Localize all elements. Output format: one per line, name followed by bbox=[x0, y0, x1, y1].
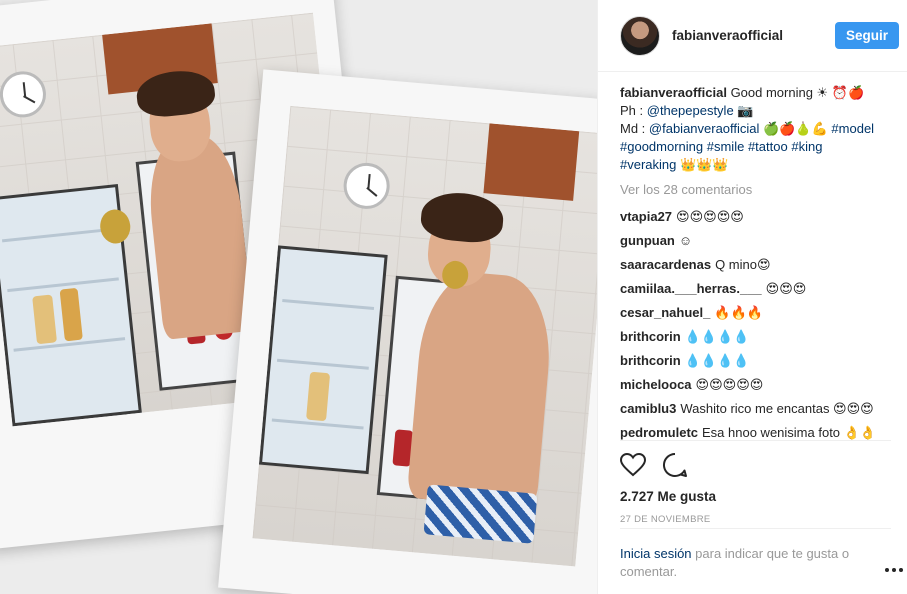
hashtag-link[interactable]: #model bbox=[831, 121, 874, 136]
comment-username[interactable]: saaracardenas bbox=[620, 257, 711, 272]
hashtag-link[interactable]: #veraking bbox=[620, 157, 676, 172]
comment-username[interactable]: brithcorin bbox=[620, 353, 681, 368]
caption-end: 👑👑👑 bbox=[676, 157, 729, 172]
comment-username[interactable]: brithcorin bbox=[620, 329, 681, 344]
comment-text: 🔥🔥🔥 bbox=[714, 305, 763, 320]
comment-username[interactable]: camiblu3 bbox=[620, 401, 676, 416]
post-header: fabianveraofficial Seguir bbox=[598, 0, 907, 72]
comment-item: camiilaa.___herras.___ 😍😍😍 bbox=[620, 277, 891, 301]
comment-username[interactable]: gunpuan bbox=[620, 233, 675, 248]
comment-text: Q mino😍 bbox=[715, 257, 771, 272]
avatar[interactable] bbox=[620, 15, 660, 56]
post-sidebar: fabianveraofficial Seguir fabianveraoffi… bbox=[597, 0, 907, 594]
caption-ph-suffix: 📷 bbox=[733, 103, 754, 118]
caption-ph-prefix: Ph : bbox=[620, 103, 647, 118]
comment-username[interactable]: camiilaa.___herras.___ bbox=[620, 281, 762, 296]
likes-count[interactable]: 2.727 Me gusta bbox=[620, 489, 891, 504]
comments-list[interactable]: fabianveraofficial Good morning ☀ ⏰🍎 Ph … bbox=[598, 84, 907, 440]
comment-text: 💧💧💧💧 bbox=[684, 329, 750, 344]
comment-item: michelooca 😍😍😍😍😍 bbox=[620, 373, 891, 397]
post-actions: 2.727 Me gusta 27 DE NOVIEMBRE bbox=[619, 440, 891, 525]
post-caption: fabianveraofficial Good morning ☀ ⏰🍎 Ph … bbox=[620, 84, 891, 174]
comment-text: ☺ bbox=[678, 233, 693, 248]
comment-item: saaracardenas Q mino😍 bbox=[620, 253, 891, 277]
comment-item: brithcorin 💧💧💧💧 bbox=[620, 349, 891, 373]
comment-item: brithcorin 💧💧💧💧 bbox=[620, 325, 891, 349]
comment-username[interactable]: cesar_nahuel_ bbox=[620, 305, 710, 320]
more-options-icon[interactable] bbox=[885, 568, 903, 574]
photo-front-scene bbox=[252, 105, 597, 567]
caption-md-suffix: 🍏🍎🍐💪 bbox=[759, 121, 828, 136]
comment-item: pedromuletc Esa hnoo wenisima foto 👌👌 bbox=[620, 421, 891, 440]
caption-line1: Good morning ☀ ⏰🍎 bbox=[730, 85, 865, 100]
follow-button[interactable]: Seguir bbox=[834, 22, 899, 49]
hashtag-link[interactable]: #king bbox=[791, 139, 822, 154]
comment-text: Esa hnoo wenisima foto 👌👌 bbox=[702, 425, 877, 440]
view-all-comments-link[interactable]: Ver los 28 comentarios bbox=[620, 182, 891, 197]
comment-item: gunpuan ☺ bbox=[620, 229, 891, 253]
comment-text: 😍😍😍😍😍 bbox=[676, 209, 744, 224]
comment-item: cesar_nahuel_ 🔥🔥🔥 bbox=[620, 301, 891, 325]
login-prompt: Inicia sesión para indicar que te gusta … bbox=[620, 528, 891, 581]
hashtag-link[interactable]: #goodmorning bbox=[620, 139, 703, 154]
comment-username[interactable]: vtapia27 bbox=[620, 209, 672, 224]
comment-text: Washito rico me encantas 😍😍😍 bbox=[680, 401, 874, 416]
comment-username[interactable]: pedromuletc bbox=[620, 425, 698, 440]
polaroid-front bbox=[218, 69, 597, 594]
comment-username[interactable]: michelooca bbox=[620, 377, 692, 392]
hashtag-link[interactable]: #tattoo bbox=[748, 139, 788, 154]
comment-text: 😍😍😍 bbox=[765, 281, 807, 296]
hashtag-link[interactable]: #smile bbox=[707, 139, 745, 154]
comment-item: vtapia27 😍😍😍😍😍 bbox=[620, 205, 891, 229]
comment-icon[interactable] bbox=[662, 452, 688, 481]
comment-item: camiblu3 Washito rico me encantas 😍😍😍 bbox=[620, 397, 891, 421]
heart-icon[interactable] bbox=[619, 452, 647, 480]
header-username[interactable]: fabianveraofficial bbox=[672, 28, 835, 43]
caption-md-prefix: Md : bbox=[620, 121, 649, 136]
comment-text: 😍😍😍😍😍 bbox=[695, 377, 764, 392]
comment-text: 💧💧💧💧 bbox=[684, 353, 750, 368]
post-photo[interactable] bbox=[0, 0, 597, 594]
caption-username[interactable]: fabianveraofficial bbox=[620, 85, 727, 100]
caption-ph-link[interactable]: @thepepestyle bbox=[647, 103, 734, 118]
caption-md-link[interactable]: @fabianveraofficial bbox=[649, 121, 760, 136]
login-link[interactable]: Inicia sesión bbox=[620, 546, 692, 561]
post-viewer: fabianveraofficial Seguir fabianveraoffi… bbox=[0, 0, 907, 594]
post-date: 27 DE NOVIEMBRE bbox=[620, 514, 711, 525]
